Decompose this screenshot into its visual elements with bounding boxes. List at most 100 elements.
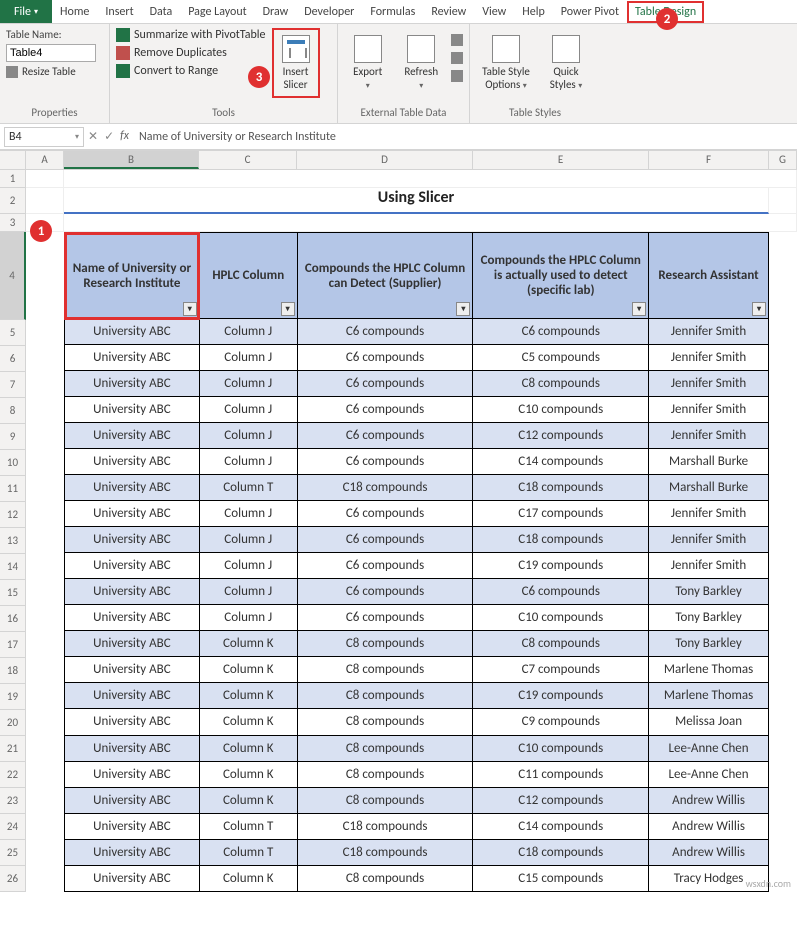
table-cell[interactable]: Column J	[199, 579, 297, 605]
sheet-title[interactable]: Using Slicer	[64, 188, 769, 214]
table-cell[interactable]: C8 compounds	[297, 709, 473, 735]
table-cell[interactable]: C6 compounds	[297, 605, 473, 631]
table-header[interactable]: Compounds the HPLC Column can Detect (Su…	[297, 233, 473, 319]
table-cell[interactable]: C6 compounds	[473, 579, 649, 605]
table-cell[interactable]: Tony Barkley	[649, 605, 769, 631]
table-cell[interactable]: C9 compounds	[473, 709, 649, 735]
row-hdr-13[interactable]: 13	[0, 528, 26, 554]
row-hdr-7[interactable]: 7	[0, 372, 26, 398]
table-cell[interactable]: C10 compounds	[473, 397, 649, 423]
filter-button[interactable]: ▾	[183, 302, 197, 316]
table-cell[interactable]: University ABC	[65, 579, 200, 605]
table-cell[interactable]: Column K	[199, 631, 297, 657]
table-cell[interactable]: Tony Barkley	[649, 631, 769, 657]
table-cell[interactable]: C7 compounds	[473, 657, 649, 683]
row-hdr-23[interactable]: 23	[0, 788, 26, 814]
table-cell[interactable]: Marlene Thomas	[649, 683, 769, 709]
table-cell[interactable]: Lee-Anne Chen	[649, 761, 769, 787]
remove-duplicates-button[interactable]: Remove Duplicates	[116, 46, 266, 60]
table-cell[interactable]: University ABC	[65, 449, 200, 475]
table-cell[interactable]: C8 compounds	[297, 657, 473, 683]
row-hdr-8[interactable]: 8	[0, 398, 26, 424]
table-cell[interactable]: Column J	[199, 553, 297, 579]
table-cell[interactable]: University ABC	[65, 397, 200, 423]
table-cell[interactable]: Jennifer Smith	[649, 423, 769, 449]
row-hdr-1[interactable]: 1	[0, 170, 26, 188]
table-cell[interactable]: C6 compounds	[297, 423, 473, 449]
table-cell[interactable]: C6 compounds	[297, 579, 473, 605]
tab-power-pivot[interactable]: Power Pivot	[553, 1, 627, 23]
table-cell[interactable]: C5 compounds	[473, 345, 649, 371]
table-cell[interactable]: C8 compounds	[297, 865, 473, 891]
table-header[interactable]: Research Assistant▾	[649, 233, 769, 319]
table-cell[interactable]: University ABC	[65, 657, 200, 683]
summarize-pivot-button[interactable]: Summarize with PivotTable	[116, 28, 266, 42]
table-cell[interactable]: C8 compounds	[297, 761, 473, 787]
row-hdr-18[interactable]: 18	[0, 658, 26, 684]
row-hdr-14[interactable]: 14	[0, 554, 26, 580]
table-cell[interactable]: Column J	[199, 397, 297, 423]
row-hdr-9[interactable]: 9	[0, 424, 26, 450]
table-cell[interactable]: C6 compounds	[297, 449, 473, 475]
table-cell[interactable]: C6 compounds	[297, 553, 473, 579]
select-all-corner[interactable]	[0, 151, 26, 169]
filter-button[interactable]: ▾	[752, 302, 766, 316]
table-header[interactable]: Compounds the HPLC Column is actually us…	[473, 233, 649, 319]
tab-help[interactable]: Help	[514, 1, 553, 23]
col-D[interactable]: D	[297, 151, 473, 169]
name-box-dropdown-icon[interactable]: ▾	[75, 132, 79, 142]
row-hdr-3[interactable]: 3	[0, 214, 26, 232]
table-cell[interactable]: University ABC	[65, 371, 200, 397]
table-cell[interactable]: C12 compounds	[473, 787, 649, 813]
col-B[interactable]: B	[64, 151, 199, 169]
quick-styles-button[interactable]: Quick Styles ▾	[542, 28, 590, 98]
table-cell[interactable]: C10 compounds	[473, 735, 649, 761]
ext-icon-2[interactable]	[451, 52, 463, 64]
table-cell[interactable]: Andrew Willis	[649, 839, 769, 865]
row-hdr-24[interactable]: 24	[0, 814, 26, 840]
table-cell[interactable]: Column T	[199, 475, 297, 501]
fx-icon[interactable]: fx	[120, 129, 129, 144]
formula-input[interactable]: Name of University or Research Institute	[133, 130, 793, 144]
name-box[interactable]: B4 ▾	[4, 127, 84, 147]
table-cell[interactable]: C8 compounds	[473, 631, 649, 657]
table-cell[interactable]: C18 compounds	[473, 527, 649, 553]
table-cell[interactable]: C18 compounds	[473, 839, 649, 865]
table-cell[interactable]: Jennifer Smith	[649, 319, 769, 345]
tab-insert[interactable]: Insert	[97, 1, 141, 23]
table-header[interactable]: HPLC Column▾	[199, 233, 297, 319]
row-hdr-20[interactable]: 20	[0, 710, 26, 736]
refresh-button[interactable]: Refresh▾	[398, 28, 446, 98]
table-cell[interactable]: C8 compounds	[473, 371, 649, 397]
table-cell[interactable]: C10 compounds	[473, 605, 649, 631]
col-E[interactable]: E	[473, 151, 649, 169]
table-cell[interactable]: C17 compounds	[473, 501, 649, 527]
table-cell[interactable]: University ABC	[65, 553, 200, 579]
table-cell[interactable]: Column K	[199, 761, 297, 787]
table-cell[interactable]: Andrew Willis	[649, 787, 769, 813]
col-G[interactable]: G	[769, 151, 797, 169]
table-cell[interactable]: C8 compounds	[297, 735, 473, 761]
table-cell[interactable]: University ABC	[65, 709, 200, 735]
table-cell[interactable]: Marshall Burke	[649, 449, 769, 475]
table-cell[interactable]: C8 compounds	[297, 683, 473, 709]
table-cell[interactable]: Melissa Joan	[649, 709, 769, 735]
insert-slicer-button[interactable]: Insert Slicer	[272, 28, 320, 98]
table-cell[interactable]: Marshall Burke	[649, 475, 769, 501]
table-cell[interactable]: Column K	[199, 787, 297, 813]
table-cell[interactable]: Column K	[199, 865, 297, 891]
row-hdr-15[interactable]: 15	[0, 580, 26, 606]
file-tab[interactable]: File ▾	[0, 0, 52, 23]
table-cell[interactable]: Jennifer Smith	[649, 527, 769, 553]
cancel-icon[interactable]: ✕	[88, 129, 98, 144]
table-cell[interactable]: University ABC	[65, 631, 200, 657]
table-header[interactable]: Name of University or Research Institute…	[65, 233, 200, 319]
convert-range-button[interactable]: Convert to Range	[116, 64, 266, 78]
table-cell[interactable]: C6 compounds	[297, 371, 473, 397]
row-hdr-10[interactable]: 10	[0, 450, 26, 476]
table-cell[interactable]: University ABC	[65, 345, 200, 371]
row-hdr-6[interactable]: 6	[0, 346, 26, 372]
col-F[interactable]: F	[649, 151, 769, 169]
row-hdr-2[interactable]: 2	[0, 188, 26, 214]
row-hdr-5[interactable]: 5	[0, 320, 26, 346]
